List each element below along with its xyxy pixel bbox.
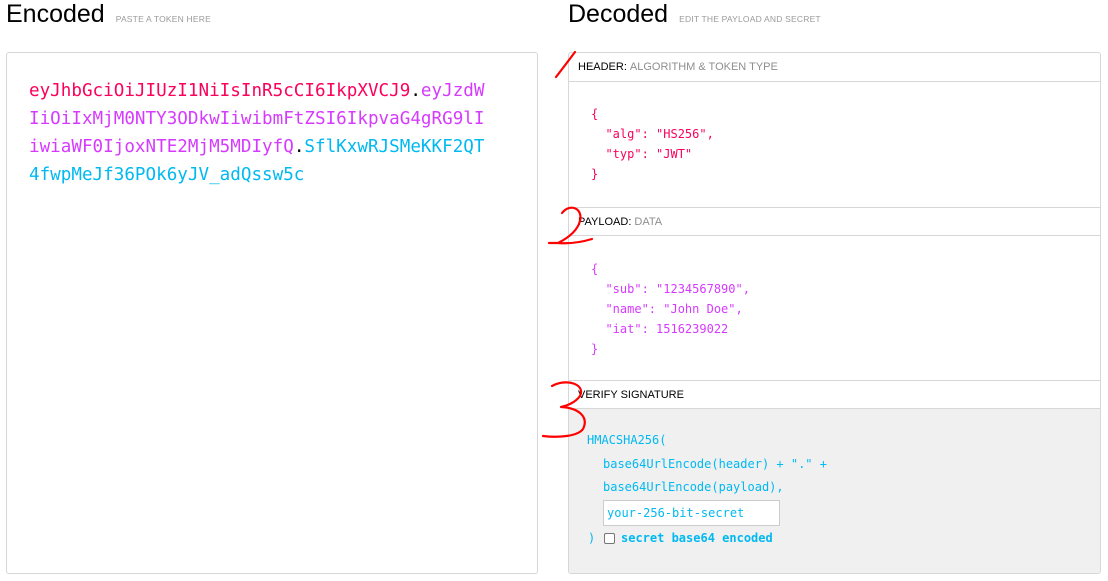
decoded-heading: Decoded EDIT THE PAYLOAD AND SECRET bbox=[568, 0, 821, 29]
encoded-heading: Encoded PASTE A TOKEN HERE bbox=[6, 0, 211, 29]
decoded-subtitle: EDIT THE PAYLOAD AND SECRET bbox=[679, 14, 821, 24]
header-sublabel: ALGORITHM & TOKEN TYPE bbox=[629, 61, 778, 73]
secret-input[interactable] bbox=[603, 500, 780, 526]
encoded-subtitle: PASTE A TOKEN HERE bbox=[115, 14, 211, 24]
payload-sublabel: DATA bbox=[634, 216, 663, 228]
base64-checkbox[interactable] bbox=[604, 533, 615, 544]
sig-close-paren: ) bbox=[588, 531, 596, 545]
payload-json-editor[interactable]: { "sub": "1234567890", "name": "John Doe… bbox=[591, 259, 750, 359]
decoded-panel: HEADER: ALGORITHM & TOKEN TYPE { "alg": "… bbox=[568, 52, 1101, 574]
header-label: HEADER: bbox=[578, 61, 627, 73]
token-header-part: eyJhbGciOiJIUzI1NiIsInR5cCI6IkpXVCJ9 bbox=[29, 81, 411, 101]
base64-checkbox-label[interactable]: secret base64 encoded bbox=[621, 531, 773, 545]
token-dot: . bbox=[293, 137, 305, 157]
verify-label: VERIFY SIGNATURE bbox=[578, 389, 684, 401]
payload-section-title: PAYLOAD: DATA bbox=[569, 207, 1100, 236]
sig-function-line: HMACSHA256( bbox=[587, 433, 667, 447]
payload-label: PAYLOAD: bbox=[578, 216, 632, 228]
encoded-token-editor[interactable]: eyJhbGciOiJIUzI1NiIsInR5cCI6IkpXVCJ9.eyJ… bbox=[6, 52, 538, 574]
signature-verify-area: HMACSHA256( base64UrlEncode(header) + ".… bbox=[569, 409, 1100, 573]
header-section-title: HEADER: ALGORITHM & TOKEN TYPE bbox=[569, 53, 1100, 82]
token-text[interactable]: eyJhbGciOiJIUzI1NiIsInR5cCI6IkpXVCJ9.eyJ… bbox=[29, 77, 489, 189]
header-json-editor[interactable]: { "alg": "HS256", "typ": "JWT" } bbox=[591, 104, 714, 184]
sig-payload-line: base64UrlEncode(payload), bbox=[603, 480, 784, 494]
token-dot: . bbox=[410, 81, 421, 101]
decoded-title: Decoded bbox=[568, 0, 669, 28]
sig-header-line: base64UrlEncode(header) + "." + bbox=[603, 457, 827, 471]
encoded-title: Encoded bbox=[6, 0, 105, 28]
verify-section-title: VERIFY SIGNATURE bbox=[569, 380, 1100, 409]
